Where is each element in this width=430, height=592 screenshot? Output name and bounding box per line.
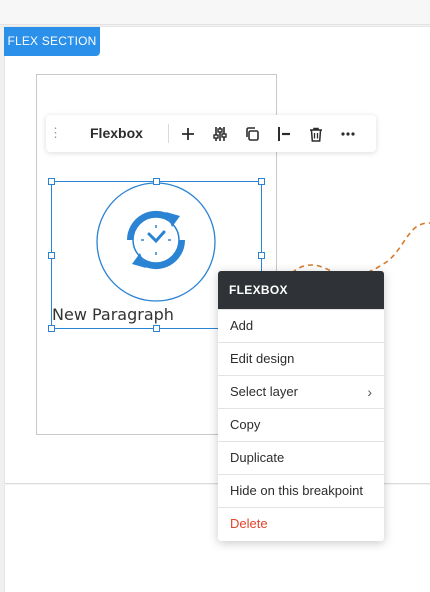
design-settings-button[interactable] [208,122,232,146]
duplicate-button[interactable] [240,122,264,146]
add-button[interactable] [176,122,200,146]
resize-handle-bottom[interactable] [153,325,160,332]
trash-icon [310,127,322,142]
toolbar-title: Flexbox [90,125,143,141]
menu-item-hide-breakpoint[interactable]: Hide on this breakpoint [218,474,384,507]
top-bar [0,0,430,25]
context-menu: FLEXBOX Add Edit design Select layer › C… [218,271,384,541]
resize-handle-bottom-left[interactable] [48,325,55,332]
element-toolbar: ⋮ Flexbox [46,115,376,152]
menu-item-edit-design[interactable]: Edit design [218,342,384,375]
context-menu-header: FLEXBOX [218,271,384,309]
more-options-button[interactable] [336,122,360,146]
menu-item-add[interactable]: Add [218,309,384,342]
align-icon [278,127,290,141]
chevron-right-icon: › [367,384,372,400]
more-icon [341,132,355,136]
toolbar-divider [168,124,169,143]
section-tag[interactable]: FLEX SECTION [4,27,100,56]
resize-handle-top-right[interactable] [258,178,265,185]
menu-item-copy[interactable]: Copy [218,408,384,441]
menu-item-duplicate[interactable]: Duplicate [218,441,384,474]
copy-icon [246,127,259,141]
sliders-icon [213,127,227,141]
plus-icon [182,128,194,140]
align-button[interactable] [272,122,296,146]
resize-handle-top-left[interactable] [48,178,55,185]
menu-item-delete[interactable]: Delete [218,507,384,540]
resize-handle-right[interactable] [258,252,265,259]
drag-handle-icon[interactable]: ⋮ [49,124,62,142]
menu-item-label: Select layer [230,384,298,399]
delete-button[interactable] [304,122,328,146]
menu-item-select-layer[interactable]: Select layer › [218,375,384,408]
resize-handle-left[interactable] [48,252,55,259]
resize-handle-top[interactable] [153,178,160,185]
editor-canvas: FLEX SECTION ⋮ Flexbox New Paragraph FLE… [0,0,430,592]
